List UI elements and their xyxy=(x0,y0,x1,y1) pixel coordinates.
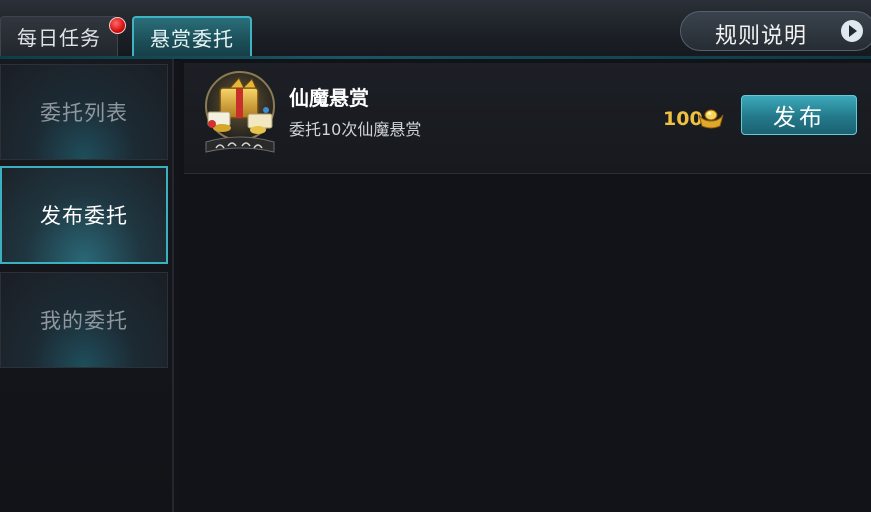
gold-ingot-icon xyxy=(698,109,724,129)
bounty-cost: 100 xyxy=(663,108,703,130)
sidebar-item-label: 发布委托 xyxy=(40,204,128,228)
bounty-description: 委托10次仙魔悬赏 xyxy=(289,120,422,139)
notification-dot xyxy=(109,17,126,34)
sidebar-item-commission-list[interactable]: 委托列表 xyxy=(0,64,168,160)
publish-button[interactable]: 发布 xyxy=(741,95,857,135)
rules-button[interactable]: 规则说明 xyxy=(680,11,871,51)
rules-button-label: 规则说明 xyxy=(715,24,808,49)
tab-bounty-commission-label: 悬赏委托 xyxy=(150,26,234,51)
sidebar-item-my-commissions[interactable]: 我的委托 xyxy=(0,272,168,368)
sidebar-item-label: 委托列表 xyxy=(40,101,128,125)
tab-daily-tasks[interactable]: 每日任务 xyxy=(0,16,118,56)
tab-bounty-commission[interactable]: 悬赏委托 xyxy=(132,16,252,56)
bounty-chest-icon xyxy=(205,71,275,153)
sidebar-item-publish-commission[interactable]: 发布委托 xyxy=(0,166,168,264)
play-arrow-icon xyxy=(841,20,863,42)
publish-button-label: 发布 xyxy=(773,105,825,131)
tab-daily-tasks-label: 每日任务 xyxy=(17,26,101,50)
bounty-title: 仙魔悬赏 xyxy=(289,86,369,110)
sidebar-item-label: 我的委托 xyxy=(40,309,128,333)
